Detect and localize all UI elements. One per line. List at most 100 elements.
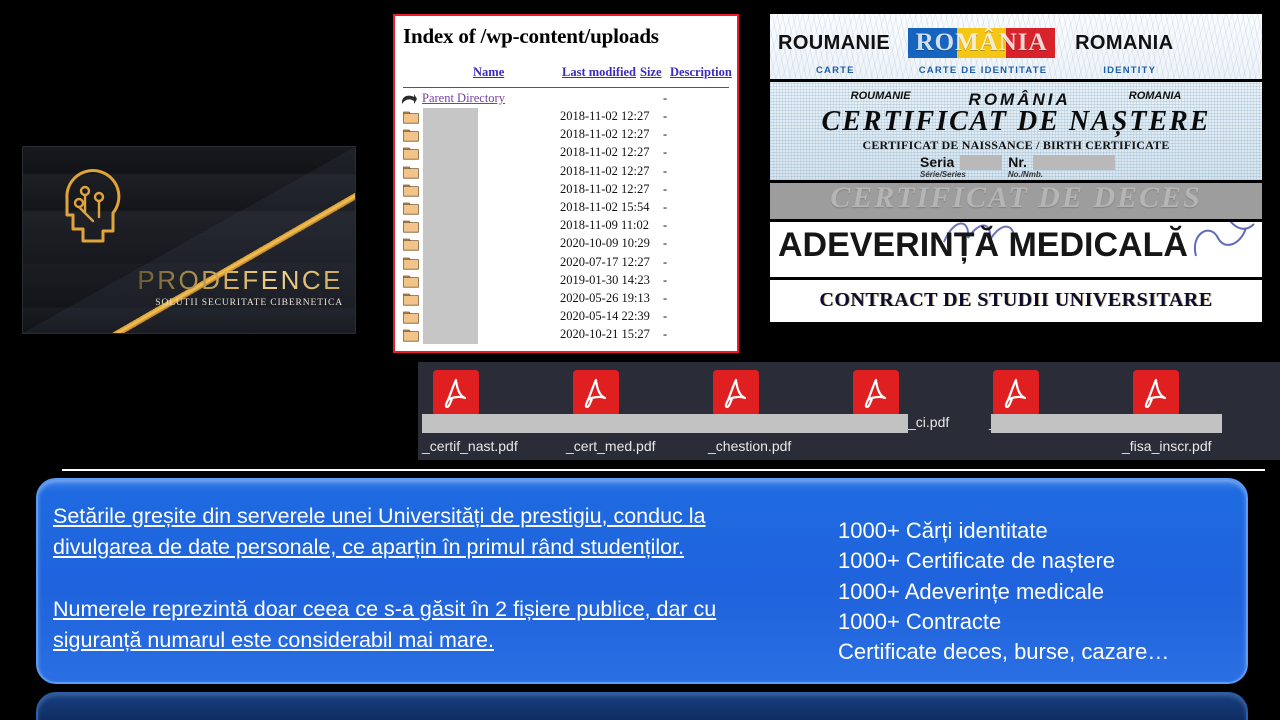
column-header-size[interactable]: Size <box>640 65 662 80</box>
index-title: Index of /wp-content/uploads <box>403 24 659 48</box>
row-last-modified: 2019-01-30 14:23 <box>560 272 650 287</box>
pdf-icon-glyph <box>444 378 467 409</box>
table-row[interactable]: 2019-01-30 14:23- <box>395 271 737 290</box>
row-last-modified: 2018-11-02 12:27 <box>560 109 650 123</box>
parent-directory-row[interactable]: Parent Directory - <box>395 91 737 108</box>
row-last-modified: 2018-11-02 12:27 <box>560 163 650 178</box>
pdf-icon <box>573 370 619 416</box>
table-row[interactable]: 2020-05-26 19:13- <box>395 289 737 309</box>
table-row[interactable]: 2020-10-21 15:27- <box>395 326 737 345</box>
birth-cert-series-small: Série/Series <box>920 170 966 179</box>
row-size: - <box>663 290 668 305</box>
redacted-folder-name <box>423 217 478 236</box>
table-row[interactable]: 2020-10-09 10:29- <box>395 235 737 254</box>
pdf-files-strip: _certif_nast.pdf _cert_med.pdf _chestion.p… <box>418 362 1280 460</box>
pdf-file-icon[interactable] <box>1133 370 1179 416</box>
row-size: - <box>663 272 668 287</box>
medical-certificate-scan: ADEVERINȚĂ MEDICALĂ <box>770 222 1262 277</box>
row-size: - <box>663 199 668 214</box>
table-row[interactable]: 2018-11-02 12:27- <box>395 180 737 199</box>
redacted-folder-name <box>423 253 478 272</box>
redacted-folder-name <box>423 271 478 290</box>
death-certificate-scan: CERTIFICAT DE DECES <box>770 183 1262 219</box>
pdf-icon-glyph <box>1004 378 1027 409</box>
pdf-icon <box>713 370 759 416</box>
pdf-icon <box>993 370 1039 416</box>
row-last-modified: 2020-05-14 22:39 <box>560 309 650 324</box>
birth-cert-series-redaction <box>960 155 1003 170</box>
pdf-file-icon[interactable] <box>713 370 759 416</box>
row-size: - <box>663 145 668 160</box>
table-row[interactable]: 2018-11-02 12:27- <box>395 144 737 163</box>
pdf-icon-glyph <box>724 378 747 409</box>
apache-directory-index: Index of /wp-content/uploads Name Last m… <box>393 14 739 353</box>
study-contract-scan: CONTRACT DE STUDII UNIVERSITARE <box>770 280 1262 322</box>
row-last-modified: 2020-10-21 15:27 <box>560 327 650 342</box>
up-arrow-icon <box>402 94 417 104</box>
birth-cert-title: CERTIFICAT DE NAȘTERE <box>821 106 1211 137</box>
row-last-modified: 2020-10-09 10:29 <box>560 236 650 251</box>
stat-birth-certificates: 1000+ Certificate de naștere <box>838 548 1116 574</box>
handwriting-scribble-icon <box>1193 222 1255 257</box>
table-row[interactable]: 2018-11-02 15:54- <box>395 198 737 218</box>
table-row[interactable]: 2020-07-17 12:27- <box>395 253 737 272</box>
row-last-modified: 2018-11-02 12:27 <box>560 127 650 142</box>
birth-cert-subtitle: CERTIFICAT DE NAISSANCE / BIRTH CERTIFIC… <box>862 138 1170 152</box>
stat-medical-certificates: 1000+ Adeverințe medicale <box>838 578 1105 604</box>
column-header-name[interactable]: Name <box>473 65 504 80</box>
table-row[interactable]: 2018-11-02 12:27- <box>395 126 737 145</box>
pdf-icon <box>433 370 479 416</box>
pdf-file-label: _cert_med.pdf <box>566 438 656 454</box>
folder-icon <box>403 311 419 324</box>
folder-icon <box>403 184 419 197</box>
birth-cert-number-label: Nr. <box>1008 154 1027 170</box>
id-card-label-fr: ROUMANIE <box>778 31 891 54</box>
pdf-file-label: _certif_nast.pdf <box>422 438 518 454</box>
birth-cert-number-small: No./Nmb. <box>1007 170 1043 179</box>
stat-other-documents: Certificate deces, burse, cazare… <box>838 639 1170 665</box>
folder-icon <box>403 202 419 215</box>
redacted-filename-bar <box>991 414 1222 433</box>
row-last-modified: 2020-05-26 19:13 <box>560 290 650 305</box>
leaked-documents-panel: ROUMANIE ROMÂNIA ROMANIA CARTE CARTE DE … <box>770 14 1262 325</box>
row-size: - <box>663 254 668 269</box>
redacted-folder-name <box>423 308 478 327</box>
id-card-country-ro: ROMÂNIA <box>915 29 1048 56</box>
column-header-last-modified[interactable]: Last modified <box>562 65 636 80</box>
redacted-folder-name <box>423 326 478 345</box>
stat-contracts: 1000+ Contracte <box>838 609 1002 635</box>
parent-directory-size: - <box>663 91 668 105</box>
table-row[interactable]: 2018-11-09 11:02- <box>395 217 737 236</box>
head-circuit-icon <box>65 169 121 243</box>
row-last-modified: 2018-11-02 15:54 <box>560 199 650 214</box>
column-header-description[interactable]: Description <box>670 65 732 80</box>
pdf-file-icon[interactable] <box>993 370 1039 416</box>
logo-tagline: SOLUTII SECURITATE CIBERNETICA <box>155 298 343 308</box>
row-last-modified: 2018-11-02 12:27 <box>560 145 650 160</box>
pdf-file-icon[interactable] <box>573 370 619 416</box>
death-cert-title: CERTIFICAT DE DECES <box>830 183 1202 214</box>
row-last-modified: 2020-07-17 12:27 <box>560 254 650 269</box>
folder-icon <box>403 257 419 270</box>
birth-cert-series-label: Seria <box>920 154 955 170</box>
birth-certificate-scan: ROUMANIE ROMÂNIA ROMANIA CERTIFICAT DE N… <box>770 82 1262 180</box>
folder-icon <box>403 166 419 179</box>
redacted-folder-name <box>423 180 478 199</box>
medical-cert-title: ADEVERINȚĂ MEDICALĂ <box>778 226 1188 264</box>
bottom-navy-panel <box>36 692 1248 720</box>
table-row[interactable]: 2020-05-14 22:39- <box>395 308 737 327</box>
identity-card-scan: ROUMANIE ROMÂNIA ROMANIA CARTE CARTE DE … <box>770 14 1262 79</box>
pdf-file-icon[interactable] <box>853 370 899 416</box>
redacted-folder-name <box>423 144 478 163</box>
pdf-file-label: _fisa_inscr.pdf <box>1122 438 1212 454</box>
parent-directory-link[interactable]: Parent Directory <box>422 91 505 106</box>
pdf-file-label: _chestion.pdf <box>708 438 792 454</box>
row-size: - <box>663 109 668 123</box>
pdf-files-inner: _certif_nast.pdf _cert_med.pdf _chestion.p… <box>418 362 1261 460</box>
folder-icon <box>403 111 419 124</box>
summary-callout: Setările greșite din serverele unei Univ… <box>36 478 1248 684</box>
table-row[interactable]: 2018-11-02 12:27- <box>395 162 737 181</box>
romania-flag-wordmark: ROMÂNIA <box>908 28 1056 58</box>
table-row[interactable]: 2018-11-02 12:27- <box>395 108 737 127</box>
pdf-file-icon[interactable] <box>433 370 479 416</box>
